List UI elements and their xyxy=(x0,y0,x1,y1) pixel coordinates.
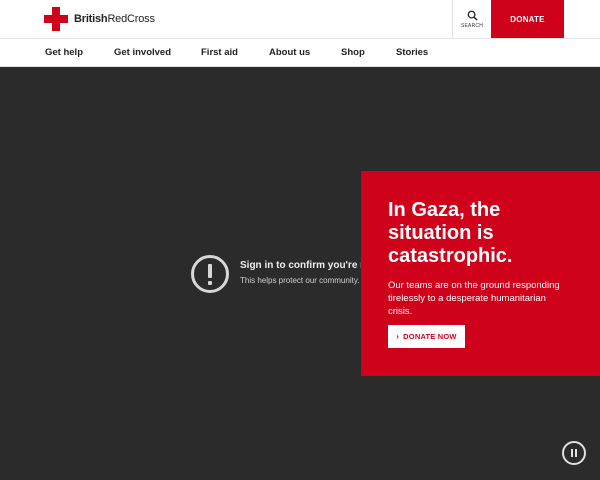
nav-item-get-help[interactable]: Get help xyxy=(45,39,83,67)
nav-item-stories[interactable]: Stories xyxy=(396,39,428,67)
search-button[interactable]: SEARCH xyxy=(452,0,491,38)
chevron-right-icon: › xyxy=(396,332,400,341)
search-label: SEARCH xyxy=(460,22,484,29)
main-nav: Get help Get involved First aid About us… xyxy=(0,38,600,67)
promo-body: Our teams are on the ground responding t… xyxy=(388,280,560,317)
nav-item-get-involved[interactable]: Get involved xyxy=(114,39,171,67)
pause-icon[interactable] xyxy=(562,441,586,465)
nav-item-first-aid[interactable]: First aid xyxy=(201,39,238,67)
gaza-appeal-panel: In Gaza, the situation is catastrophic. … xyxy=(361,171,600,376)
donate-now-button[interactable]: › DONATE NOW xyxy=(388,325,465,348)
signin-message: Sign in to confirm you're not a bot This… xyxy=(240,260,361,285)
exclamation-circle-icon xyxy=(191,255,229,293)
red-cross-icon xyxy=(44,7,68,31)
donate-button[interactable]: DONATE xyxy=(491,0,564,38)
nav-item-about-us[interactable]: About us xyxy=(269,39,310,67)
donate-now-label: DONATE NOW xyxy=(403,332,457,341)
promo-title: In Gaza, the situation is catastrophic. xyxy=(388,199,513,267)
site-header: BritishRedCross SEARCH DONATE xyxy=(0,0,600,38)
logo-wordmark: BritishRedCross xyxy=(74,13,155,25)
search-icon xyxy=(467,10,478,21)
signin-subtitle: This helps protect our community. xyxy=(240,276,360,285)
nav-item-shop[interactable]: Shop xyxy=(341,39,365,67)
british-red-cross-logo[interactable]: BritishRedCross xyxy=(44,7,155,31)
signin-title: Sign in to confirm you're not a bot xyxy=(240,260,361,271)
